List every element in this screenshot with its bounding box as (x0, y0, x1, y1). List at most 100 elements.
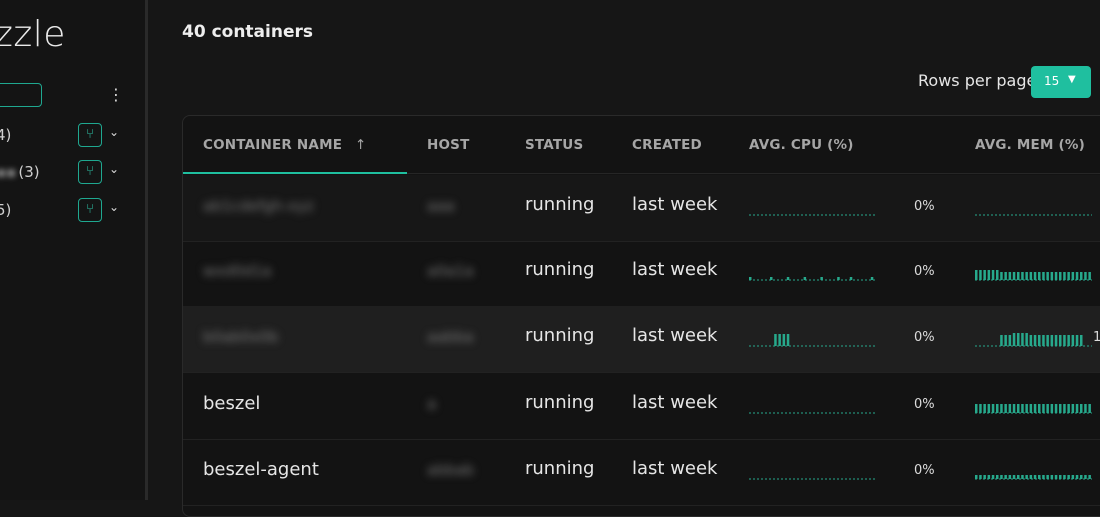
cpu-sparkline (749, 214, 876, 216)
cpu-bar (786, 334, 790, 346)
mem-bar (1025, 272, 1028, 280)
mem-bar (1059, 272, 1062, 280)
mem-sparkline (975, 214, 1092, 216)
mem-bar (1029, 404, 1033, 413)
cpu-sparkline (749, 412, 876, 414)
chevron-down-icon[interactable]: ⌄ (109, 162, 119, 176)
mem-bar (1054, 272, 1058, 280)
mem-bar (1088, 404, 1091, 413)
mem-bar (1088, 475, 1091, 479)
column-header-cpu[interactable]: AVG. CPU (%) (749, 137, 854, 153)
rows-per-page-select[interactable]: 15 ▼ (1031, 66, 1091, 98)
chevron-down-icon[interactable]: ⌄ (109, 200, 119, 214)
mem-bar (1063, 404, 1066, 413)
mem-bar (1088, 272, 1091, 280)
mem-bar (1025, 404, 1028, 413)
mem-bar (1042, 272, 1045, 280)
arrow-up-icon: ↑ (355, 137, 367, 153)
mem-bar (1017, 475, 1020, 479)
container-name: beszel-agent (203, 459, 319, 480)
mem-bar (1050, 272, 1054, 280)
mem-bar (1075, 404, 1079, 413)
containers-table: CONTAINER NAME ↑ HOST STATUS CREATED AVG… (182, 115, 1100, 517)
cpu-bar (786, 277, 790, 280)
cpu-bar (803, 277, 807, 280)
sidebar-group[interactable]: 5) ⑂ ⌄ (0, 198, 140, 224)
cpu-sparkline (749, 277, 876, 281)
mem-bar (987, 404, 991, 413)
mem-sparkline (975, 475, 1092, 480)
mem-bar (1025, 475, 1028, 479)
table-row[interactable]: b0ab0x0b aabba running last week 0% 1 (183, 306, 1100, 373)
merge-icon[interactable]: ⑂ (78, 198, 102, 222)
mem-bar (1080, 335, 1083, 346)
cpu-sparkline (749, 334, 876, 347)
cpu-bar (774, 334, 777, 346)
mem-bar (1008, 404, 1012, 413)
container-created: last week (632, 458, 718, 479)
mem-bar (991, 475, 995, 479)
mem-bar (975, 270, 978, 280)
sidebar-group-label: 5) (0, 201, 12, 219)
sidebar-group[interactable]: 4) ⑂ ⌄ (0, 123, 140, 149)
cpu-sparkline (749, 478, 876, 480)
mem-bar (1017, 272, 1020, 280)
chevron-down-icon[interactable]: ⌄ (109, 125, 119, 139)
table-row[interactable]: wxd0d1a a0a1a running last week 0% (183, 240, 1100, 307)
mem-bar (1054, 335, 1058, 346)
mem-bar (1021, 333, 1024, 346)
container-status: running (525, 259, 595, 280)
mem-bar (996, 404, 999, 413)
mem-bar (1021, 404, 1024, 413)
mem-bar (1080, 475, 1083, 479)
sidebar-group[interactable]: ▪▪ (3) ⑂ ⌄ (0, 160, 140, 186)
mem-bar (1042, 335, 1045, 346)
sidebar-group-label: 4) (0, 126, 12, 144)
mem-bar (1084, 475, 1087, 479)
cpu-percent: 0% (914, 397, 935, 412)
merge-icon[interactable]: ⑂ (78, 123, 102, 147)
column-header-name[interactable]: CONTAINER NAME ↑ (203, 137, 367, 153)
table-row[interactable]: beszel-agent abbab running last week 0% (183, 439, 1100, 506)
filter-button[interactable] (0, 83, 42, 107)
container-created: last week (632, 194, 718, 215)
container-status: running (525, 392, 595, 413)
mem-bar (1004, 475, 1007, 479)
page-title: 40 containers (182, 22, 313, 42)
mem-bar (991, 404, 995, 413)
mem-bar (979, 475, 982, 479)
cpu-bar (849, 277, 853, 280)
table-row[interactable]: ab1cdefgh-xyz aaa running last week 0% (183, 175, 1100, 242)
table-row[interactable]: beszel a running last week 0% (183, 373, 1100, 440)
container-created: last week (632, 325, 718, 346)
mem-bar (979, 270, 982, 280)
mem-bar (996, 270, 999, 280)
cpu-percent: 0% (914, 264, 935, 279)
mem-bar (1029, 335, 1033, 346)
column-header-status[interactable]: STATUS (525, 137, 583, 153)
mem-bar (1033, 272, 1037, 280)
cpu-bar (837, 277, 840, 280)
more-options-icon[interactable]: ⋮ (108, 86, 124, 104)
column-header-created[interactable]: CREATED (632, 137, 702, 153)
column-header-mem[interactable]: AVG. MEM (%) (975, 137, 1085, 153)
mem-bar (1067, 335, 1070, 346)
mem-bar (1008, 475, 1012, 479)
merge-icon[interactable]: ⑂ (78, 160, 102, 184)
mem-bar (1050, 404, 1054, 413)
container-created: last week (632, 392, 718, 413)
cpu-bar (749, 277, 752, 280)
container-host: aaa (427, 197, 455, 215)
mem-bar (983, 270, 986, 280)
container-status: running (525, 458, 595, 479)
mem-bar (1042, 475, 1045, 479)
column-header-host[interactable]: HOST (427, 137, 470, 153)
mem-bar (1033, 404, 1037, 413)
mem-bar (1008, 335, 1012, 346)
mem-bar (1029, 272, 1033, 280)
mem-bar (1063, 475, 1066, 479)
mem-bar (1000, 335, 1003, 346)
cpu-bar (782, 334, 786, 346)
mem-bar (996, 475, 999, 479)
mem-bar (1017, 404, 1020, 413)
